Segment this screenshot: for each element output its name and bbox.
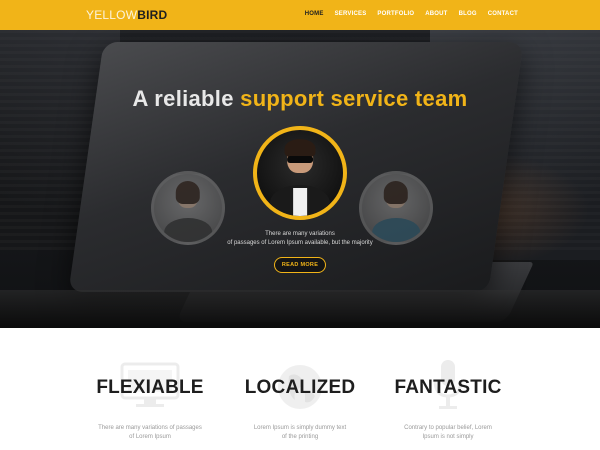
logo-bold-text: BIRD: [137, 8, 168, 22]
avatar-hair: [175, 180, 201, 204]
hero-description-line1: There are many variations: [265, 231, 335, 237]
feature-description-line1: Lorem Ipsum is simply dummy text: [253, 425, 347, 431]
feature-description-line2: of Lorem Ipsum: [129, 434, 171, 440]
nav-services[interactable]: SERVICES: [335, 11, 367, 17]
hero-title-accent: support service team: [240, 86, 468, 111]
top-header: YELLOWBIRD HOME SERVICES PORTFOLIO ABOUT…: [0, 0, 600, 30]
read-more-button[interactable]: READ MORE: [274, 257, 326, 273]
features-section: FLEXIABLE There are many variations of p…: [0, 328, 600, 450]
avatar-hair: [284, 138, 316, 158]
hero-desk: [0, 290, 600, 328]
hero-description-line2: of passages of Lorem Ipsum available, bu…: [227, 240, 373, 246]
avatar-sunglasses: [287, 155, 313, 163]
feature-description: Lorem Ipsum is simply dummy text of the …: [220, 424, 380, 442]
feature-title: LOCALIZED: [244, 377, 356, 398]
nav-about[interactable]: ABOUT: [425, 11, 447, 17]
site-logo[interactable]: YELLOWBIRD: [86, 8, 167, 22]
feature-description: There are many variations of passages of…: [70, 424, 230, 442]
main-nav: HOME SERVICES PORTFOLIO ABOUT BLOG CONTA…: [305, 11, 518, 17]
feature-title: FLEXIABLE: [96, 377, 204, 398]
nav-contact[interactable]: CONTACT: [488, 11, 518, 17]
nav-home[interactable]: HOME: [305, 11, 324, 17]
feature-description-line2: of the printing: [281, 434, 319, 440]
hero-title: A reliable support service team: [0, 86, 600, 112]
avatar-hair: [383, 180, 409, 204]
feature-description: Contrary to popular belief, Lorem Ipsum …: [368, 424, 528, 442]
logo-light-text: YELLOW: [86, 8, 138, 22]
team-member-center-avatar[interactable]: [253, 126, 347, 220]
hero-description: There are many variations of passages of…: [0, 230, 600, 248]
feature-description-line1: There are many variations of passages: [98, 425, 202, 431]
feature-description-line1: Contrary to popular belief, Lorem: [404, 425, 492, 431]
nav-portfolio[interactable]: PORTFOLIO: [377, 11, 414, 17]
hero-title-plain: A reliable: [132, 86, 241, 111]
avatar-shirt: [293, 188, 307, 216]
nav-blog[interactable]: BLOG: [459, 11, 477, 17]
feature-description-line2: Ipsum is not simply: [422, 434, 474, 440]
hero-section: A reliable support service team There ar…: [0, 30, 600, 328]
feature-title: FANTASTIC: [394, 377, 502, 398]
